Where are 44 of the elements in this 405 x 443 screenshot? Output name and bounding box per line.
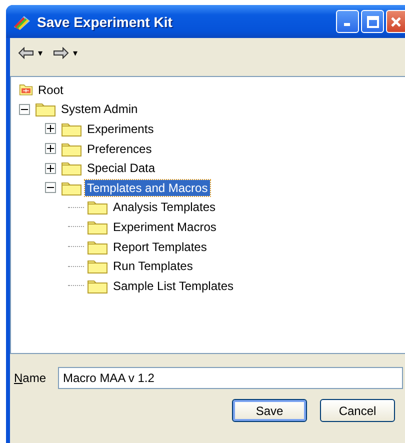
name-field[interactable]: Macro MAA v 1.2 bbox=[58, 367, 403, 389]
tree-item[interactable]: Special Data bbox=[85, 160, 158, 176]
expand-button[interactable] bbox=[44, 143, 56, 154]
expand-button[interactable] bbox=[44, 123, 56, 134]
tree-item[interactable]: Root bbox=[36, 82, 66, 98]
folder-icon bbox=[61, 140, 82, 157]
tree-item[interactable]: Sample List Templates bbox=[111, 278, 236, 294]
cancel-button[interactable]: Cancel bbox=[320, 399, 395, 422]
plus-icon bbox=[46, 164, 54, 172]
tree-item[interactable]: Analysis Templates bbox=[111, 199, 218, 216]
back-button[interactable]: ▾ bbox=[16, 45, 45, 61]
folder-icon bbox=[61, 160, 82, 176]
save-button[interactable]: Save bbox=[232, 399, 307, 422]
plus-icon bbox=[46, 145, 54, 152]
close-button[interactable] bbox=[386, 10, 405, 33]
window-title: Save Experiment Kit bbox=[37, 14, 174, 30]
folder-icon bbox=[35, 101, 56, 118]
folder-icon bbox=[87, 278, 108, 294]
folder-icon bbox=[87, 238, 108, 255]
forward-arrow-icon bbox=[53, 47, 69, 59]
tree-item[interactable]: Experiment Macros bbox=[111, 218, 218, 235]
tree-item[interactable]: Preferences bbox=[85, 140, 154, 157]
minimize-button[interactable] bbox=[336, 10, 359, 33]
forward-button[interactable]: ▾ bbox=[51, 45, 80, 61]
folder-icon bbox=[61, 120, 82, 137]
folder-icon bbox=[87, 258, 108, 274]
folder-icon bbox=[87, 218, 108, 235]
collapse-button[interactable] bbox=[44, 182, 56, 194]
name-label: Name bbox=[14, 371, 46, 385]
root-folder-icon bbox=[19, 82, 33, 98]
collapse-button[interactable] bbox=[18, 104, 30, 115]
tree-item[interactable]: Experiments bbox=[85, 120, 156, 137]
close-icon bbox=[390, 16, 402, 28]
tree-item[interactable]: Templates and Macros bbox=[85, 180, 210, 196]
tree-item[interactable]: Run Templates bbox=[111, 258, 195, 274]
tree-item[interactable]: Report Templates bbox=[111, 238, 209, 255]
maximize-icon bbox=[366, 16, 378, 28]
plus-icon bbox=[46, 125, 54, 132]
back-arrow-icon bbox=[18, 47, 34, 59]
expand-button[interactable] bbox=[44, 162, 56, 174]
folder-icon bbox=[87, 199, 108, 216]
folder-icon bbox=[61, 180, 82, 196]
maximize-button[interactable] bbox=[361, 10, 384, 33]
tree-item[interactable]: System Admin bbox=[59, 101, 140, 118]
